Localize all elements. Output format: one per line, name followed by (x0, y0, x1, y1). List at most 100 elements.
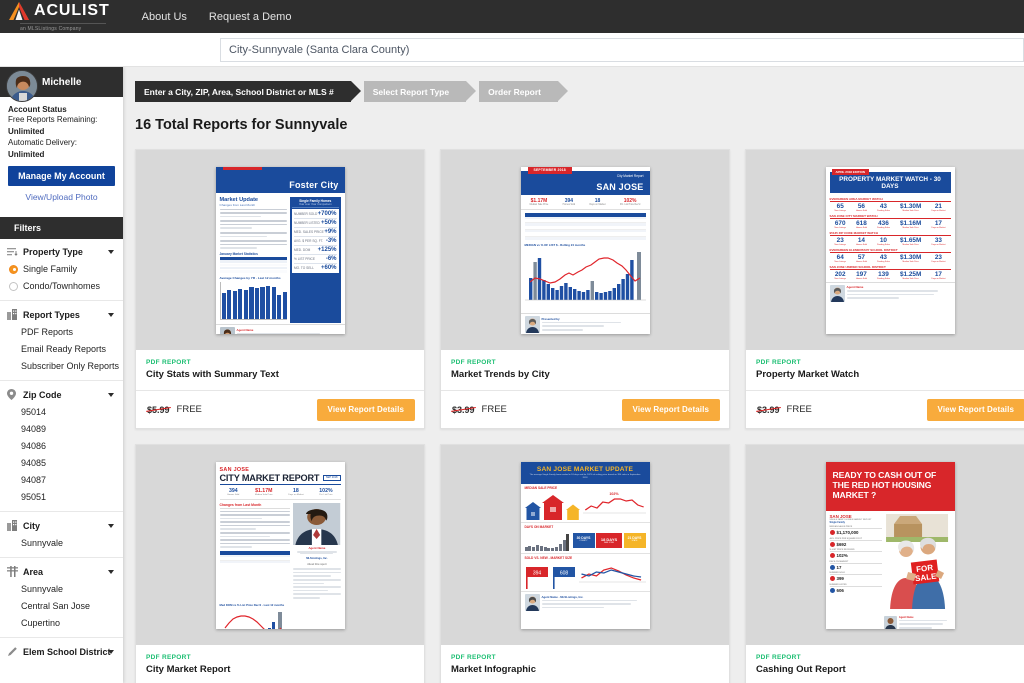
report-card[interactable]: READY TO CASH OUT OF THE RED HOT HOUSING… (745, 444, 1024, 683)
report-thumbnail[interactable]: SAN JOSE MARKET UPDATE The average Singl… (441, 445, 729, 645)
filter-item-zip-94085[interactable]: 94085 (0, 458, 123, 468)
section-value: 670 (834, 219, 846, 227)
section-value: 14 (857, 236, 865, 244)
svg-text:608: 608 (559, 570, 568, 576)
preview-stat-value: +60% (320, 264, 337, 271)
filter-item-zip-95051[interactable]: 95051 (0, 492, 123, 502)
report-card-title: Cashing Out Report (756, 664, 846, 675)
report-card-body: PDF REPORT Cashing Out Report (746, 645, 1024, 683)
step-order-report[interactable]: Order Report (479, 81, 568, 102)
col-label: Days on Market (931, 209, 946, 212)
chevron-down-icon[interactable] (108, 569, 114, 574)
filter-item-area-central-san-jose[interactable]: Central San Jose (0, 601, 123, 611)
section-value: 65 (836, 202, 844, 210)
agent-photo (293, 502, 341, 545)
kpi-label: Pct. List Price Rec'd (619, 203, 641, 206)
chevron-down-icon[interactable] (108, 392, 114, 397)
manage-my-account-button[interactable]: Manage My Account (8, 166, 115, 187)
nav-request-demo[interactable]: Request a Demo (209, 11, 292, 23)
report-thumbnail[interactable]: JANUARY 2019 Foster City Market Update C… (136, 150, 424, 350)
report-thumbnail[interactable]: APRIL 2018 EDITION PROPERTY MARKET WATCH… (746, 150, 1024, 350)
report-thumbnail[interactable]: SAN JOSE CITY MARKET REPORT SEP 2018 394… (136, 445, 424, 645)
report-card[interactable]: JANUARY 2019 Foster City Market Update C… (135, 149, 425, 429)
section-value: $1.30M (899, 253, 922, 261)
section-value: 56 (857, 202, 865, 210)
report-card-title: Market Infographic (451, 664, 536, 675)
filter-header-area[interactable]: Area (0, 566, 123, 578)
filter-item-email-ready-reports[interactable]: Email Ready Reports (0, 344, 123, 354)
filter-option-condo-townhomes[interactable]: Condo/Townhomes (0, 281, 123, 291)
agent-photo (524, 316, 540, 334)
agent-photo (829, 284, 845, 302)
preview-subheading: Changes from Last Month (219, 202, 256, 207)
filter-header-zip-code[interactable]: Zip Code (0, 389, 123, 401)
report-card[interactable]: SEPTEMBER 2018 City Market Report SAN JO… (440, 149, 730, 429)
filter-item-area-sunnyvale[interactable]: Sunnyvale (0, 584, 123, 594)
report-thumbnail[interactable]: SEPTEMBER 2018 City Market Report SAN JO… (441, 150, 729, 350)
current-price: FREE (786, 404, 812, 415)
report-preview-city-stats: JANUARY 2019 Foster City Market Update C… (215, 166, 345, 334)
report-preview-city-market-report: SAN JOSE CITY MARKET REPORT SEP 2018 394… (215, 461, 345, 629)
block-title: SOLD VS. NEW - MARKET SIZE (524, 555, 573, 560)
chevron-down-icon[interactable] (108, 523, 114, 528)
filter-item-subscriber-only-reports[interactable]: Subscriber Only Reports (0, 361, 123, 371)
preview-watch-section: EVERGREEN ELEMENTARY SCHOOL DISTRICT 64 N… (829, 248, 951, 263)
preview-table (219, 257, 287, 274)
view-report-details-button[interactable]: View Report Details (316, 398, 415, 421)
preview-panel-sub: Year over Year Comparison (291, 203, 339, 208)
section-value: 64 (836, 253, 844, 261)
filter-option-single-family[interactable]: Single Family (0, 264, 123, 274)
filter-title-city: City (23, 520, 41, 531)
page-title: 16 Total Reports for Sunnyvale (135, 117, 348, 133)
view-upload-photo-link[interactable]: View/Upload Photo (8, 192, 115, 202)
chevron-down-icon[interactable] (108, 312, 114, 317)
col-label: Homes Sold (855, 226, 867, 229)
col-label: Homes Sold (855, 277, 867, 280)
filter-title-property-type: Property Type (23, 247, 83, 258)
preview-table-title: January Market Statistics (219, 252, 258, 257)
col-label: Pending Sales (876, 277, 890, 280)
view-report-details-button[interactable]: View Report Details (926, 398, 1024, 421)
kpi-label: Homes Sold (562, 203, 576, 206)
location-search-input[interactable] (220, 37, 1024, 62)
brand-logo[interactable]: ACULIST an MLSListings Company (8, 1, 124, 32)
filter-header-city[interactable]: City (0, 520, 123, 532)
stat-value: $1,170,000 (836, 530, 859, 536)
report-card[interactable]: SAN JOSE CITY MARKET REPORT SEP 2018 394… (135, 444, 425, 683)
report-card[interactable]: APRIL 2018 EDITION PROPERTY MARKET WATCH… (745, 149, 1024, 429)
filter-header-elem-school-district[interactable]: Elem School District (0, 646, 123, 657)
filter-header-report-types[interactable]: Report Types (0, 309, 123, 321)
chevron-down-icon[interactable] (108, 649, 114, 654)
filter-group-zip-code: Zip Code 95014 94089 94086 94085 94087 9… (0, 381, 123, 513)
filter-item-area-cupertino[interactable]: Cupertino (0, 618, 123, 628)
preview-chart-title: MEDIAN vs % OF LIST $ - Rolling 24 month… (524, 243, 586, 248)
filter-item-zip-95014[interactable]: 95014 (0, 407, 123, 417)
avatar[interactable] (6, 70, 38, 102)
filter-group-elem-school-district: Elem School District (0, 638, 123, 666)
filter-title-zip-code: Zip Code (23, 389, 62, 400)
user-name: Michelle (42, 76, 82, 88)
radio-condo-townhomes[interactable] (9, 281, 18, 291)
chevron-down-icon[interactable] (108, 250, 114, 255)
preview-stat-value: -6% (325, 255, 337, 262)
filter-item-zip-94087[interactable]: 94087 (0, 475, 123, 485)
radio-single-family[interactable] (9, 264, 18, 274)
report-thumbnail[interactable]: READY TO CASH OUT OF THE RED HOT HOUSING… (746, 445, 1024, 645)
agent-photo (524, 593, 540, 611)
filter-item-city-sunnyvale[interactable]: Sunnyvale (0, 538, 123, 548)
label-condo-townhomes: Condo/Townhomes (23, 281, 101, 292)
report-card[interactable]: SAN JOSE MARKET UPDATE The average Singl… (440, 444, 730, 683)
nav-about-us[interactable]: About Us (142, 11, 187, 23)
section-value: 57 (857, 253, 865, 261)
price-block: $3.99 FREE (757, 404, 812, 415)
filter-header-property-type[interactable]: Property Type (0, 247, 123, 257)
view-report-details-button[interactable]: View Report Details (621, 398, 720, 421)
step-enter-location[interactable]: Enter a City, ZIP, Area, School District… (135, 81, 361, 102)
filter-item-zip-94086[interactable]: 94086 (0, 441, 123, 451)
step-select-report-type[interactable]: Select Report Type (363, 81, 477, 102)
preview-stat-label: % LIST PRICE (293, 256, 315, 261)
stat-row: DAYS ON MARKET 17 (829, 561, 883, 570)
filter-item-pdf-reports[interactable]: PDF Reports (0, 327, 123, 337)
filter-item-zip-94089[interactable]: 94089 (0, 424, 123, 434)
col-label: New Listings (834, 243, 846, 246)
